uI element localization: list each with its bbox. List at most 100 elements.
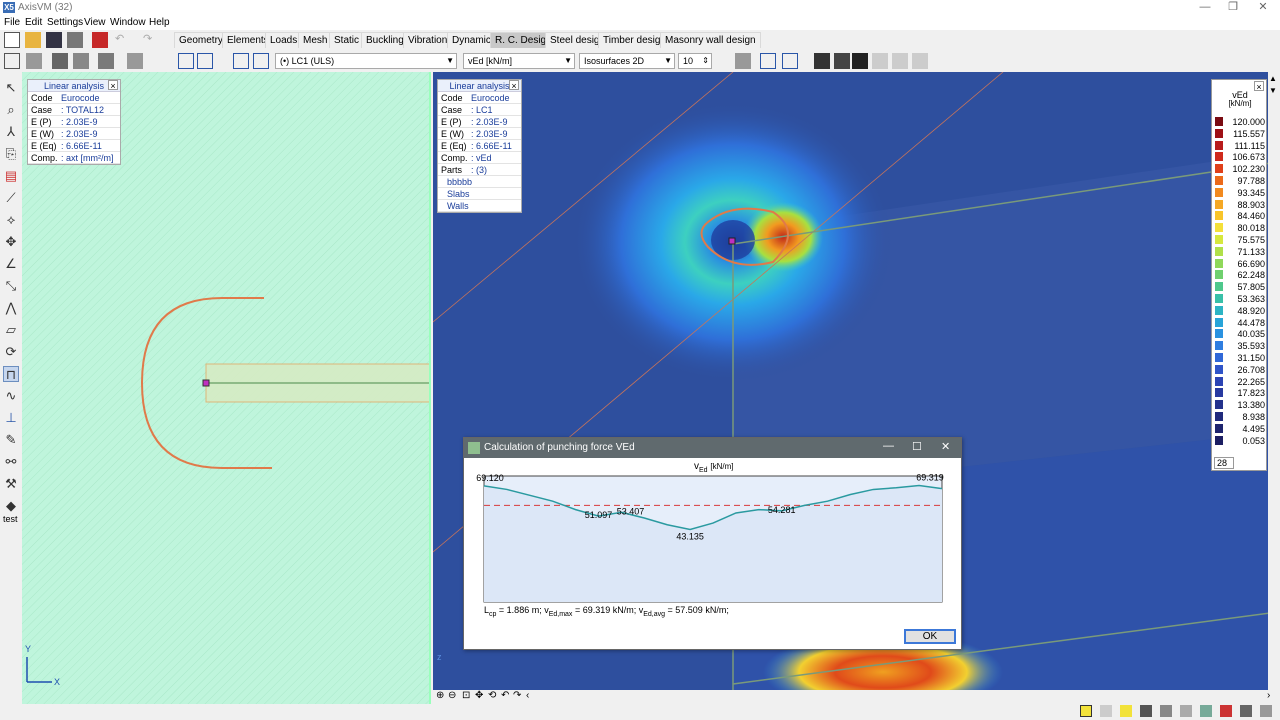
display-options-icon[interactable] bbox=[98, 53, 114, 69]
restore-button[interactable]: ❐ bbox=[1220, 0, 1246, 16]
wrench-icon[interactable]: ⚒ bbox=[3, 476, 19, 492]
lock-icon[interactable] bbox=[1180, 705, 1192, 717]
color-layers-icon[interactable]: ▤ bbox=[3, 168, 19, 184]
deflection-icon[interactable] bbox=[912, 53, 928, 69]
settings-icon[interactable] bbox=[1160, 705, 1172, 717]
tab-buckling[interactable]: Buckling bbox=[361, 32, 409, 48]
node-icon[interactable]: ⟡ bbox=[3, 212, 19, 228]
tab-loads[interactable]: Loads bbox=[265, 32, 303, 48]
layers-icon[interactable] bbox=[26, 53, 42, 69]
gallery-icon[interactable] bbox=[127, 53, 143, 69]
open-folder-icon[interactable] bbox=[25, 32, 41, 48]
scroll-up-icon[interactable]: ▲ bbox=[1269, 74, 1277, 83]
target-icon[interactable] bbox=[1220, 705, 1232, 717]
zoom-icon[interactable]: ⌕ bbox=[3, 102, 19, 118]
mirror-icon[interactable]: ⋀ bbox=[3, 300, 19, 316]
view-icon[interactable] bbox=[1200, 705, 1212, 717]
glasses-icon[interactable]: ⚯ bbox=[3, 454, 19, 470]
window-split-icon[interactable] bbox=[233, 53, 249, 69]
perspective-icon[interactable] bbox=[178, 53, 194, 69]
plane-icon[interactable]: ▱ bbox=[3, 322, 19, 338]
scroll-left-icon[interactable]: ‹ bbox=[526, 690, 529, 701]
menu-help[interactable]: Help bbox=[149, 17, 170, 28]
beam-icon[interactable] bbox=[834, 53, 850, 69]
pointer-icon[interactable]: ↖ bbox=[3, 80, 19, 96]
pan-icon[interactable]: ✥ bbox=[475, 690, 483, 701]
tab-mesh[interactable]: Mesh bbox=[298, 32, 333, 48]
close-icon[interactable]: ✕ bbox=[941, 440, 950, 453]
maximize-icon[interactable]: ☐ bbox=[912, 440, 922, 453]
model-view-left[interactable]: Y X Linear analysis × Code Eurocode Case: … bbox=[22, 72, 431, 704]
loadcase-select[interactable]: (•) LC1 (ULS) ▼ bbox=[275, 53, 457, 69]
info-box-left[interactable]: Linear analysis × Code Eurocode Case: TOTA… bbox=[27, 79, 121, 165]
dimension-icon[interactable]: ⊥ bbox=[3, 410, 19, 426]
info-icon[interactable] bbox=[1260, 705, 1272, 717]
axis-icon[interactable]: ⅄ bbox=[3, 124, 19, 140]
punching-icon[interactable] bbox=[852, 53, 868, 69]
zoom-fit-icon[interactable]: ⊡ bbox=[462, 690, 470, 701]
legend-settings-icon[interactable] bbox=[735, 53, 751, 69]
grid-view-icon[interactable] bbox=[197, 53, 213, 69]
scroll-right-icon[interactable]: › bbox=[1267, 690, 1270, 701]
tab-dynamic[interactable]: Dynamic bbox=[447, 32, 496, 48]
move-icon[interactable]: ✥ bbox=[3, 234, 19, 250]
angle-icon[interactable]: ∠ bbox=[3, 256, 19, 272]
close-icon[interactable]: × bbox=[509, 80, 519, 91]
menu-settings[interactable]: Settings bbox=[47, 17, 83, 28]
vertical-scrollbar[interactable]: ▲ ▼ bbox=[1268, 72, 1280, 690]
rotate-view-icon[interactable]: ⟲ bbox=[488, 690, 496, 701]
layer-icon[interactable] bbox=[1140, 705, 1152, 717]
wall-icon[interactable] bbox=[872, 53, 888, 69]
tab-masonry-wall-design[interactable]: Masonry wall design bbox=[660, 32, 761, 48]
scroll-down-icon[interactable]: ▼ bbox=[1269, 86, 1277, 95]
section-icon[interactable] bbox=[782, 53, 798, 69]
zoom-in-icon[interactable]: ⊕ bbox=[436, 690, 444, 701]
minimize-icon[interactable]: — bbox=[883, 440, 894, 452]
menu-view[interactable]: View bbox=[84, 17, 106, 28]
rebar-icon[interactable] bbox=[760, 53, 776, 69]
ortho-icon[interactable] bbox=[1120, 705, 1132, 717]
diamond-icon[interactable]: ◆ bbox=[3, 498, 19, 514]
print-icon[interactable] bbox=[67, 32, 83, 48]
rotate-icon[interactable]: ⟳ bbox=[3, 344, 19, 360]
zoom-out-icon[interactable]: ⊖ bbox=[448, 690, 456, 701]
grid-icon[interactable] bbox=[1100, 705, 1112, 717]
spline-icon[interactable]: ∿ bbox=[3, 388, 19, 404]
color-legend[interactable]: × vEd [kN/m] 120.000 115.557 111.115 106.67… bbox=[1211, 79, 1267, 471]
snap-icon[interactable] bbox=[1080, 705, 1092, 717]
punching-tool-icon[interactable]: ⊓ bbox=[3, 366, 19, 382]
menu-file[interactable]: File bbox=[4, 17, 20, 28]
redo-view-icon[interactable]: ↷ bbox=[513, 690, 521, 701]
window-arrange-icon[interactable] bbox=[253, 53, 269, 69]
display-mode-select[interactable]: Isosurfaces 2D ▼ bbox=[579, 53, 675, 69]
legend-count[interactable]: 28 bbox=[1214, 457, 1234, 469]
copy-icon[interactable]: ⎘ bbox=[3, 146, 19, 162]
info-box-right[interactable]: Linear analysis × Code Eurocode Case: LC1 E… bbox=[437, 79, 522, 213]
brush-icon[interactable]: ✎ bbox=[3, 432, 19, 448]
menu-window[interactable]: Window bbox=[110, 17, 146, 28]
save-icon[interactable] bbox=[46, 32, 62, 48]
column-icon[interactable] bbox=[814, 53, 830, 69]
scale-icon[interactable]: ⤡ bbox=[3, 278, 19, 294]
report-icon[interactable] bbox=[73, 53, 89, 69]
minimize-button[interactable]: — bbox=[1192, 0, 1218, 16]
pdf-icon[interactable] bbox=[92, 32, 108, 48]
tab-vibration[interactable]: Vibration bbox=[403, 32, 453, 48]
table-icon[interactable] bbox=[52, 53, 68, 69]
crack-icon[interactable] bbox=[892, 53, 908, 69]
ok-button[interactable]: OK bbox=[904, 629, 956, 644]
undo-view-icon[interactable]: ↶ bbox=[501, 690, 509, 701]
tab-geometry[interactable]: Geometry bbox=[174, 32, 228, 48]
isolines-count-stepper[interactable]: 10 ⇕ bbox=[678, 53, 712, 69]
tab-static[interactable]: Static bbox=[329, 32, 365, 48]
new-file-icon[interactable] bbox=[4, 32, 20, 48]
pin-icon[interactable] bbox=[1240, 705, 1252, 717]
redo-icon[interactable]: ↷ bbox=[143, 32, 159, 48]
close-icon[interactable]: × bbox=[108, 80, 118, 91]
measure-icon[interactable]: ⟋ bbox=[3, 190, 19, 206]
view-3d-icon[interactable] bbox=[4, 53, 20, 69]
undo-icon[interactable]: ↶ bbox=[115, 32, 131, 48]
component-select[interactable]: vEd [kN/m] ▼ bbox=[463, 53, 575, 69]
menu-edit[interactable]: Edit bbox=[25, 17, 42, 28]
close-button[interactable]: ✕ bbox=[1250, 0, 1276, 16]
